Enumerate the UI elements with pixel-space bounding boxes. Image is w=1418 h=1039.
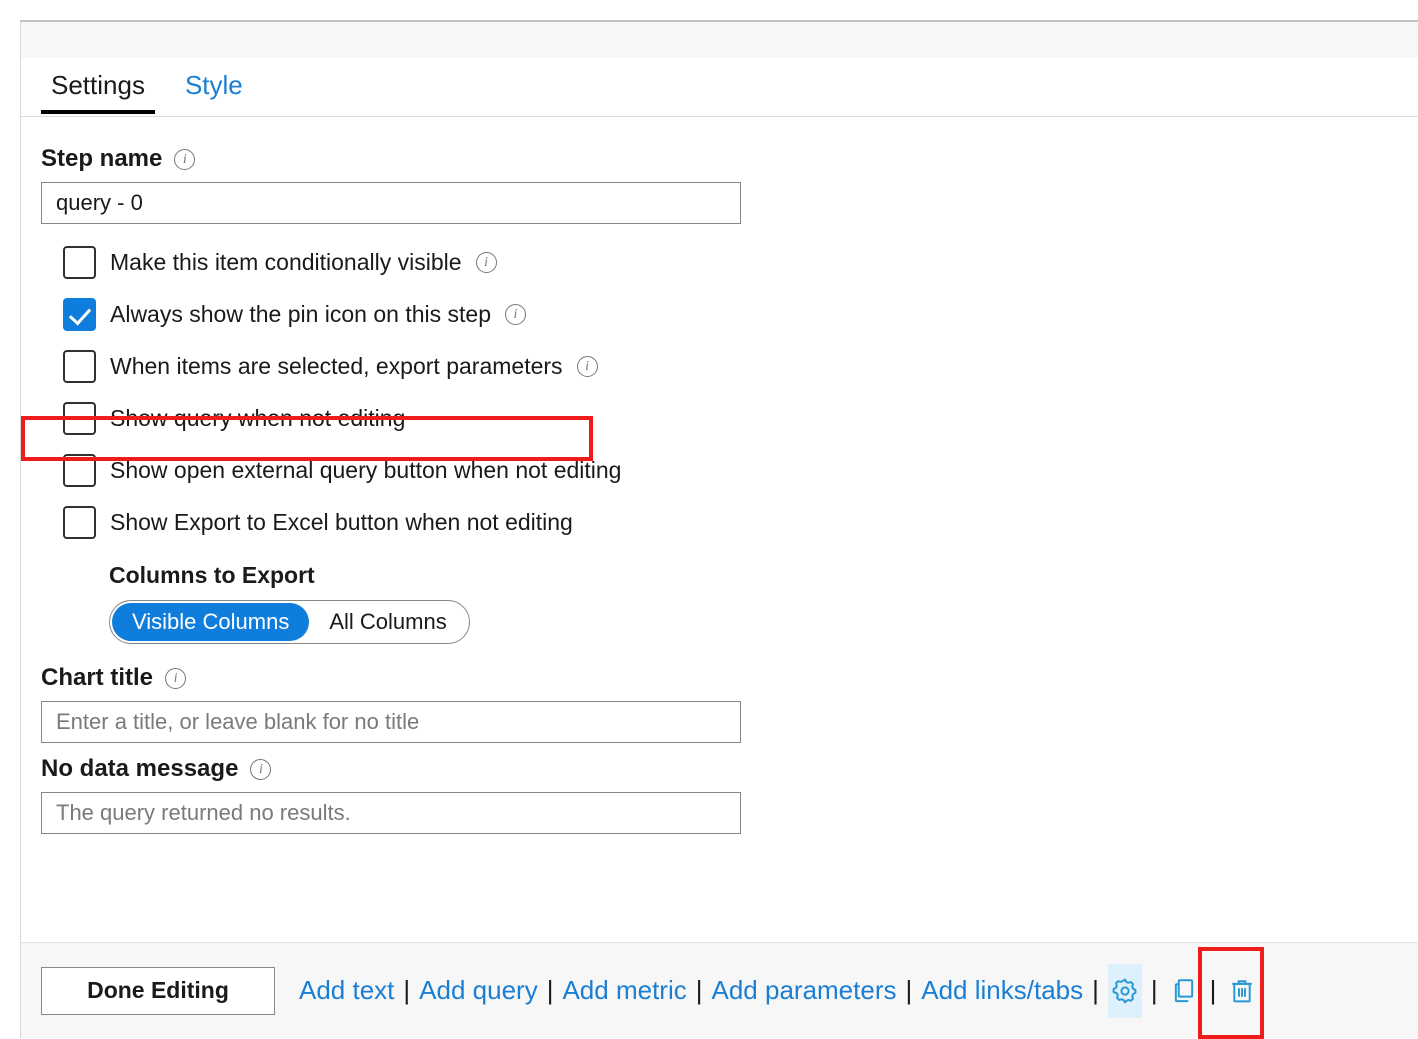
step-name-input[interactable] <box>41 182 741 224</box>
link-separator: | <box>1210 975 1217 1006</box>
checkbox-show-query[interactable] <box>63 402 96 435</box>
info-icon[interactable]: i <box>174 149 195 170</box>
tab-settings[interactable]: Settings <box>39 58 157 114</box>
checkbox-row-conditionally-visible[interactable]: Make this item conditionally visible i <box>41 236 1418 288</box>
info-icon[interactable]: i <box>165 668 186 689</box>
columns-to-export-label: Columns to Export <box>109 562 1418 589</box>
checkbox-label: Make this item conditionally visible <box>110 249 462 276</box>
checkbox-row-export-parameters[interactable]: When items are selected, export paramete… <box>41 340 1418 392</box>
done-editing-button[interactable]: Done Editing <box>41 967 275 1015</box>
link-separator: | <box>403 975 410 1006</box>
no-data-message-input[interactable] <box>41 792 741 834</box>
settings-panel: Settings Style Step name i Make this ite… <box>20 20 1418 1038</box>
pill-all-columns[interactable]: All Columns <box>309 603 466 641</box>
trash-icon[interactable] <box>1225 974 1259 1008</box>
chart-title-label-text: Chart title <box>41 664 153 692</box>
link-separator: | <box>1092 975 1099 1006</box>
checkbox-show-external-query-button[interactable] <box>63 454 96 487</box>
columns-to-export-toggle[interactable]: Visible Columns All Columns <box>109 600 470 644</box>
info-icon[interactable]: i <box>505 304 526 325</box>
checkbox-export-parameters[interactable] <box>63 350 96 383</box>
add-metric-link[interactable]: Add metric <box>562 975 686 1006</box>
tab-style[interactable]: Style <box>173 58 255 114</box>
checkbox-show-export-excel-button[interactable] <box>63 506 96 539</box>
step-name-label: Step name i <box>41 145 1418 173</box>
add-parameters-link[interactable]: Add parameters <box>712 975 897 1006</box>
checkbox-label: When items are selected, export paramete… <box>110 353 563 380</box>
info-icon[interactable]: i <box>476 252 497 273</box>
no-data-message-label: No data message i <box>41 755 1418 783</box>
info-icon[interactable]: i <box>250 759 271 780</box>
link-separator: | <box>547 975 554 1006</box>
chart-title-input[interactable] <box>41 701 741 743</box>
step-name-label-text: Step name <box>41 145 162 173</box>
checkbox-row-always-show-pin[interactable]: Always show the pin icon on this step i <box>41 288 1418 340</box>
copy-icon[interactable] <box>1167 974 1201 1008</box>
link-separator: | <box>696 975 703 1006</box>
checkbox-label: Always show the pin icon on this step <box>110 301 491 328</box>
checkbox-row-show-export-excel-button[interactable]: Show Export to Excel button when not edi… <box>41 496 1418 548</box>
pill-visible-columns[interactable]: Visible Columns <box>112 603 309 641</box>
no-data-message-label-text: No data message <box>41 755 238 783</box>
columns-to-export-section: Columns to Export Visible Columns All Co… <box>41 562 1418 644</box>
add-text-link[interactable]: Add text <box>299 975 394 1006</box>
link-separator: | <box>905 975 912 1006</box>
link-separator: | <box>1151 975 1158 1006</box>
info-icon[interactable]: i <box>577 356 598 377</box>
checkbox-row-show-external-query-button[interactable]: Show open external query button when not… <box>41 444 1418 496</box>
gear-icon[interactable] <box>1108 964 1142 1018</box>
checkbox-label: Show query when not editing <box>110 405 405 432</box>
settings-form: Step name i Make this item conditionally… <box>21 117 1418 942</box>
add-query-link[interactable]: Add query <box>419 975 538 1006</box>
footer-links: Add text | Add query | Add metric | Add … <box>299 964 1259 1018</box>
tab-bar: Settings Style <box>21 58 1418 117</box>
checkbox-row-show-query[interactable]: Show query when not editing <box>41 392 1418 444</box>
checkbox-label: Show open external query button when not… <box>110 457 621 484</box>
panel-top-strip <box>21 22 1418 58</box>
chart-title-label: Chart title i <box>41 664 1418 692</box>
checkbox-label: Show Export to Excel button when not edi… <box>110 509 573 536</box>
checkbox-conditionally-visible[interactable] <box>63 246 96 279</box>
checkbox-always-show-pin[interactable] <box>63 298 96 331</box>
add-links-tabs-link[interactable]: Add links/tabs <box>921 975 1083 1006</box>
editor-footer-toolbar: Done Editing Add text | Add query | Add … <box>21 942 1418 1038</box>
